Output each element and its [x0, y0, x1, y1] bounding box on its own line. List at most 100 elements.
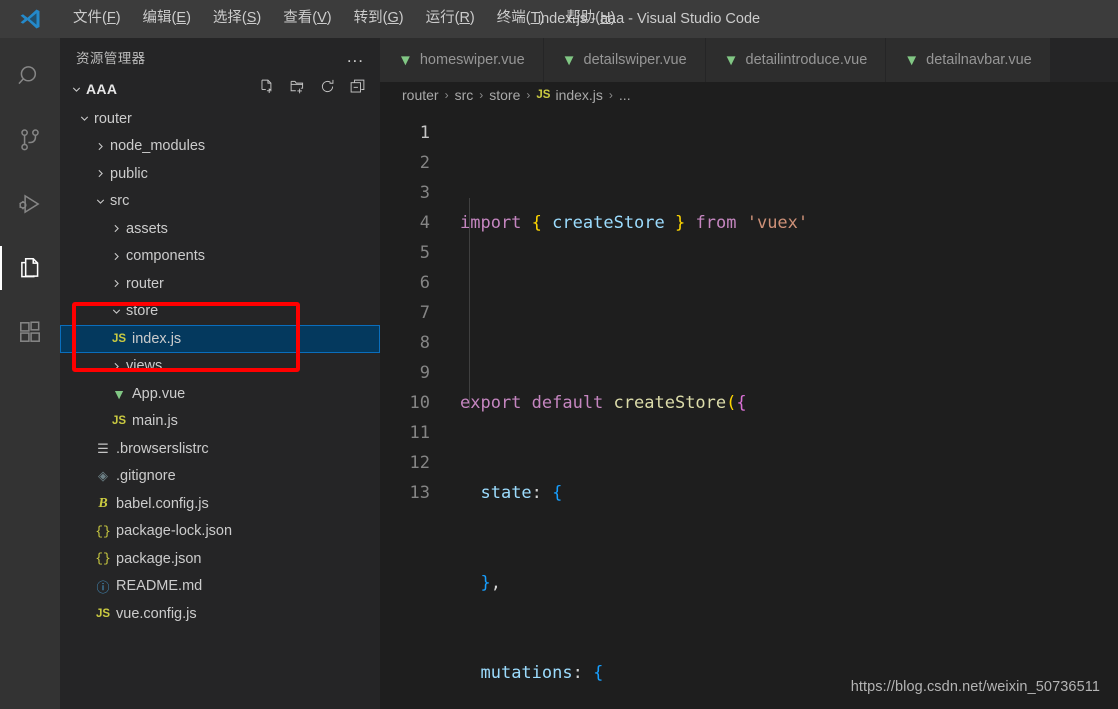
menu-item-run[interactable]: 运行(R) [415, 6, 486, 31]
tree-item-gitignore[interactable]: ◈ .gitignore [60, 463, 380, 491]
readme-file-icon: ⓘ [96, 579, 110, 595]
chevron-right-icon[interactable] [92, 140, 108, 153]
tree-item-vue-config-js[interactable]: JS vue.config.js [60, 600, 380, 628]
code-line-1: import { createStore } from 'vuex' [460, 213, 809, 233]
chevron-down-icon[interactable] [92, 195, 108, 208]
tree-item-readme[interactable]: ⓘ README.md [60, 573, 380, 601]
line-number: 5 [419, 243, 430, 263]
code-editor[interactable]: 1 2 3 4 5 6 7 8 9 10 11 12 13 import { c… [380, 108, 1118, 709]
tree-item-public[interactable]: public [60, 160, 380, 188]
root-folder-row[interactable]: AAA [60, 75, 380, 103]
tree-item-package-lock-json[interactable]: {} package-lock.json [60, 518, 380, 546]
vue-file-icon: ▼ [398, 51, 413, 69]
tab-homeswiper-vue[interactable]: ▼ homeswiper.vue [380, 38, 544, 82]
tree-item-main-js[interactable]: JS main.js [60, 408, 380, 436]
tree-item-store[interactable]: store [60, 298, 380, 326]
tree-item-label: store [126, 303, 159, 320]
tree-item-label: package.json [116, 550, 202, 567]
tree-item-label: package-lock.json [116, 523, 233, 540]
menu-item-terminal[interactable]: 终端(T) [486, 6, 556, 31]
tree-item-components[interactable]: components [60, 243, 380, 271]
config-file-icon: ☰ [97, 440, 109, 456]
menu-bar[interactable]: 文件(F) 编辑(E) 选择(S) 查看(V) 转到(G) 运行(R) 终端(T… [60, 6, 626, 31]
tree-item-package-json[interactable]: {} package.json [60, 545, 380, 573]
activity-bar [0, 38, 60, 709]
tab-label: detailswiper.vue [583, 52, 687, 68]
run-debug-icon[interactable] [0, 172, 60, 236]
tree-item-src-router[interactable]: router [60, 270, 380, 298]
more-actions-icon[interactable]: ... [347, 48, 364, 65]
code-line-3: export default createStore({ [460, 393, 747, 413]
line-number: 1 [419, 123, 430, 143]
breadcrumb-item-symbols[interactable]: ... [619, 87, 631, 103]
refresh-icon[interactable] [319, 78, 336, 100]
tree-item-label: .browserslistrc [116, 440, 209, 457]
tree-item-node-modules[interactable]: node_modules [60, 133, 380, 161]
tree-item-label: assets [126, 220, 168, 237]
chevron-down-icon[interactable] [76, 112, 92, 125]
search-icon[interactable] [0, 44, 60, 108]
new-file-icon[interactable] [259, 78, 276, 100]
breadcrumb-label: store [489, 87, 521, 103]
tree-item-index-js[interactable]: JS index.js [60, 325, 380, 353]
breadcrumb-label: index.js [555, 87, 603, 103]
tree-item-babel-config[interactable]: B babel.config.js [60, 490, 380, 518]
tab-detailintroduce-vue[interactable]: ▼ detailintroduce.vue [705, 38, 887, 82]
menu-item-file[interactable]: 文件(F) [62, 6, 132, 31]
tab-detailswiper-vue[interactable]: ▼ detailswiper.vue [543, 38, 706, 82]
vscode-logo-icon [0, 0, 60, 38]
breadcrumb-item-index-js[interactable]: JS index.js [536, 87, 603, 103]
js-file-icon: JS [111, 332, 127, 345]
code-line-5: }, [480, 573, 501, 593]
breadcrumb-item-store[interactable]: store [489, 87, 520, 103]
sidebar-title: 资源管理器 [76, 50, 146, 66]
menu-item-edit[interactable]: 编辑(E) [132, 6, 202, 31]
file-tree: router node_modules public src assets co… [60, 103, 380, 709]
tree-item-assets[interactable]: assets [60, 215, 380, 243]
chevron-right-icon[interactable] [108, 277, 124, 290]
tab-detailnavbar-vue[interactable]: ▼ detailnavbar.vue [886, 38, 1051, 82]
menu-item-selection[interactable]: 选择(S) [202, 6, 272, 31]
menu-item-go[interactable]: 转到(G) [343, 6, 415, 31]
line-number: 8 [419, 333, 430, 353]
breadcrumb-item-src[interactable]: src [455, 87, 474, 103]
tree-item-router[interactable]: router [60, 105, 380, 133]
menu-item-help[interactable]: 帮助(H) [555, 6, 626, 31]
js-file-icon: JS [536, 89, 551, 101]
extensions-icon[interactable] [0, 300, 60, 364]
watermark-url: https://blog.csdn.net/weixin_50736511 [850, 679, 1100, 695]
line-number: 9 [419, 363, 430, 383]
chevron-down-icon[interactable] [108, 305, 124, 318]
json-file-icon: {} [95, 551, 111, 567]
tree-item-browserslistrc[interactable]: ☰ .browserslistrc [60, 435, 380, 463]
code-content[interactable]: import { createStore } from 'vuex' expor… [442, 108, 1118, 709]
menu-item-view[interactable]: 查看(V) [272, 6, 342, 31]
breadcrumb-item-router[interactable]: router [402, 87, 439, 103]
chevron-right-icon: › [608, 88, 613, 102]
tree-item-views[interactable]: views [60, 353, 380, 381]
tree-item-src[interactable]: src [60, 188, 380, 216]
source-control-icon[interactable] [0, 108, 60, 172]
line-number: 11 [409, 423, 430, 443]
chevron-down-icon[interactable] [68, 83, 84, 96]
js-file-icon: JS [111, 415, 127, 428]
chevron-right-icon[interactable] [92, 167, 108, 180]
title-bar: 文件(F) 编辑(E) 选择(S) 查看(V) 转到(G) 运行(R) 终端(T… [0, 0, 1118, 38]
tree-item-label: node_modules [110, 138, 206, 155]
tree-item-label: babel.config.js [116, 495, 209, 512]
tab-label: homeswiper.vue [419, 52, 525, 68]
line-number: 12 [409, 453, 430, 473]
line-number: 3 [419, 183, 430, 203]
explorer-icon[interactable] [0, 236, 60, 300]
chevron-right-icon[interactable] [108, 360, 124, 373]
chevron-right-icon: › [526, 88, 531, 102]
tree-item-app-vue[interactable]: ▼ App.vue [60, 380, 380, 408]
chevron-right-icon[interactable] [108, 222, 124, 235]
editor-area: ▼ homeswiper.vue ▼ detailswiper.vue ▼ de… [380, 38, 1118, 709]
new-folder-icon[interactable] [289, 78, 306, 100]
breadcrumb: router › src › store › JS index.js › ... [380, 82, 1118, 108]
vue-file-icon: ▼ [112, 385, 126, 402]
line-number: 7 [419, 303, 430, 323]
collapse-all-icon[interactable] [349, 78, 366, 100]
chevron-right-icon[interactable] [108, 250, 124, 263]
